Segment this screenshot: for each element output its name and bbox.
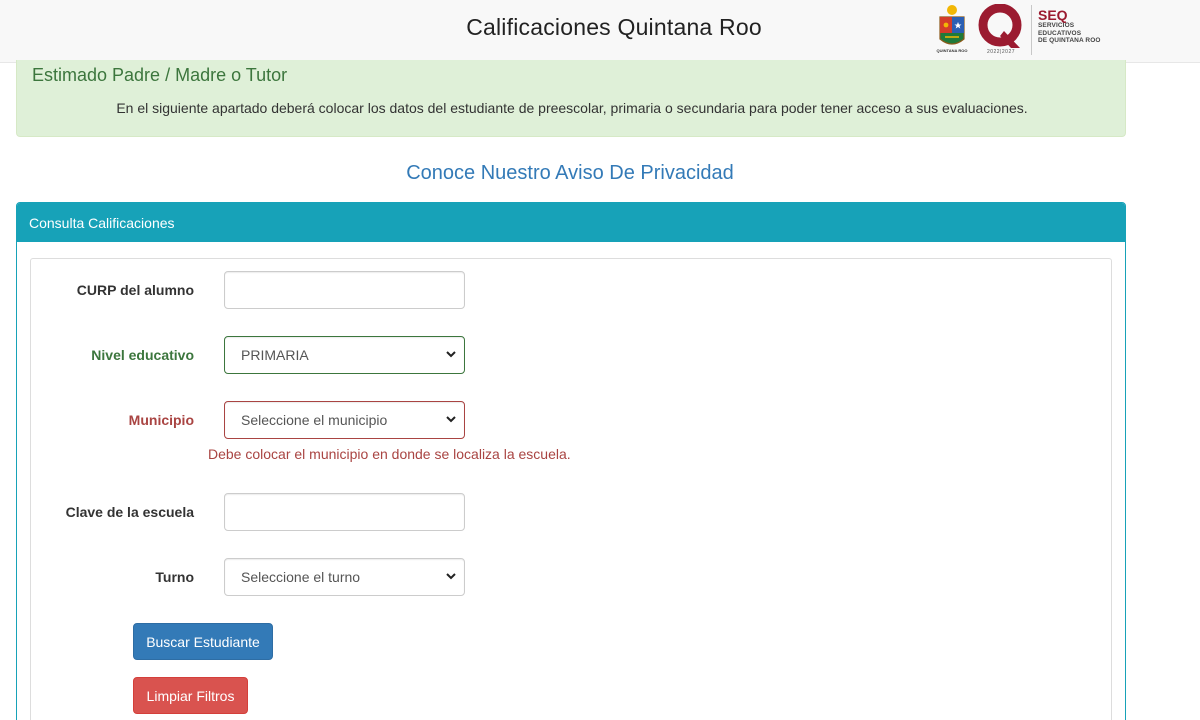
notice-alert: Estimado Padre / Madre o Tutor En el sig… <box>16 60 1126 137</box>
municipio-value: Seleccione el municipio <box>241 412 388 428</box>
panel-heading: Consulta Calificaciones <box>17 203 1125 242</box>
seq-line-3: DE QUINTANA ROO <box>1038 37 1101 44</box>
seq-logo: SEQ SERVICIOS EDUCATIVOS DE QUINTANA ROO <box>1038 8 1101 45</box>
clave-escuela-label: Clave de la escuela <box>65 504 194 520</box>
top-navbar: Calificaciones Quintana Roo QUINTANA ROO… <box>0 0 1200 63</box>
chevron-down-icon <box>446 416 456 423</box>
curp-input[interactable] <box>224 271 465 309</box>
clear-filters-button[interactable]: Limpiar Filtros <box>133 677 248 714</box>
privacy-notice-link[interactable]: Conoce Nuestro Aviso De Privacidad <box>0 162 1140 185</box>
municipio-error-message: Debe colocar el municipio en donde se lo… <box>208 446 571 462</box>
clave-escuela-input[interactable] <box>224 493 465 531</box>
seq-line-2: EDUCATIVOS <box>1038 29 1082 37</box>
nivel-educativo-value: PRIMARIA <box>241 347 309 363</box>
search-student-button[interactable]: Buscar Estudiante <box>133 623 273 660</box>
nivel-educativo-label: Nivel educativo <box>91 347 194 363</box>
turno-value: Seleccione el turno <box>241 569 361 585</box>
logos-group: QUINTANA ROO 2022|2027 SEQ SERVICIOS EDU… <box>936 3 1106 57</box>
chevron-down-icon <box>446 573 456 580</box>
seq-line-1: SERVICIOS <box>1038 22 1075 29</box>
notice-text: En el siguiente apartado deberá colocar … <box>116 100 1028 116</box>
q-logo-caption: 2022|2027 <box>986 49 1016 55</box>
municipio-label: Municipio <box>128 412 194 428</box>
logo-divider <box>1031 5 1032 55</box>
crest-caption: QUINTANA ROO <box>936 48 968 53</box>
turno-label: Turno <box>155 569 194 585</box>
municipio-select[interactable]: Seleccione el municipio <box>224 401 465 439</box>
turno-select[interactable]: Seleccione el turno <box>224 558 465 596</box>
curp-label: CURP del alumno <box>76 282 194 298</box>
seq-acronym: SEQ <box>1038 7 1068 23</box>
nivel-educativo-select[interactable]: PRIMARIA <box>224 336 465 374</box>
notice-heading: Estimado Padre / Madre o Tutor <box>32 65 288 85</box>
chevron-down-icon <box>446 351 456 358</box>
